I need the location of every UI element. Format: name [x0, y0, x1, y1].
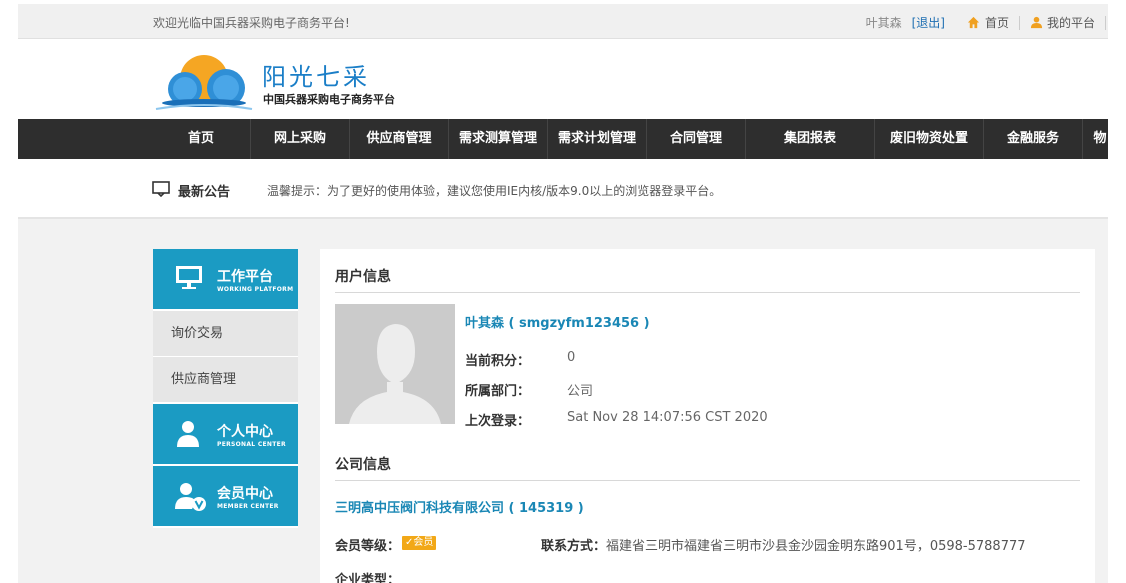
company-name-line: 三明高中压阀门科技有限公司 ( 145319 ) — [335, 501, 584, 516]
last-login-value: Sat Nov 28 14:07:56 CST 2020 — [567, 410, 768, 425]
home-icon — [967, 16, 980, 29]
notice-title: 最新公告 — [178, 185, 231, 200]
last-login-label: 上次登录： — [465, 414, 531, 429]
sidebar-personal-center-en: PERSONAL CENTER — [217, 441, 286, 448]
sidebar-item-supplier-management[interactable]: 供应商管理 — [153, 357, 298, 404]
avatar — [335, 304, 455, 424]
monitor-icon — [176, 266, 202, 289]
nav-item-group-reports[interactable]: 集团报表 — [746, 119, 875, 159]
home-link-label: 首页 — [984, 16, 1009, 30]
company-info-title: 公司信息 — [335, 457, 391, 473]
divider — [335, 292, 1080, 293]
header: 阳光七采 中国兵器采购电子商务平台 — [18, 39, 1108, 119]
user-name-line: 叶其森 ( smgzyfm123456 ) — [465, 316, 650, 331]
top-bar: 欢迎光临中国兵器采购电子商务平台! 叶其森 [退出] 首页 我的平台 — [18, 4, 1108, 39]
page: 欢迎光临中国兵器采购电子商务平台! 叶其森 [退出] 首页 我的平台 阳光七采 … — [18, 4, 1108, 583]
logo-subtitle: 中国兵器采购电子商务平台 — [263, 93, 395, 106]
divider — [1105, 15, 1106, 30]
nav-item-demand-estimation[interactable]: 需求测算管理 — [449, 119, 548, 159]
sidebar-work-platform-en: WORKING PLATFORM — [217, 286, 294, 293]
nav-item-supplier-management[interactable]: 供应商管理 — [350, 119, 449, 159]
member-level-label: 会员等级： — [335, 539, 401, 554]
my-platform-label: 我的平台 — [1046, 16, 1095, 30]
divider — [1018, 15, 1020, 30]
sidebar: 工作平台 WORKING PLATFORM 询价交易 供应商管理 个人中心 PE… — [153, 249, 298, 528]
contact-row: 联系方式：福建省三明市福建省三明市沙县金沙园金明东路901号，0598-5788… — [541, 535, 1026, 554]
member-level-badge: ✓会员 — [402, 536, 437, 550]
welcome-text: 欢迎光临中国兵器采购电子商务平台! — [153, 16, 350, 30]
sidebar-member-center[interactable]: 会员中心 MEMBER CENTER — [153, 466, 298, 528]
sidebar-personal-center-label: 个人中心 — [217, 424, 273, 440]
sidebar-work-platform[interactable]: 工作平台 WORKING PLATFORM — [153, 249, 298, 311]
nav-item-waste-disposal[interactable]: 废旧物资处置 — [875, 119, 984, 159]
company-type-label: 企业类型： — [335, 573, 401, 583]
divider — [335, 480, 1080, 481]
nav-item-financial-services[interactable]: 金融服务 — [984, 119, 1083, 159]
avatar-placeholder-icon — [335, 304, 455, 424]
home-link[interactable]: 首页 — [967, 14, 1009, 31]
person-icon — [177, 421, 199, 447]
sidebar-member-center-label: 会员中心 — [217, 486, 273, 502]
main-content: 用户信息 叶其森 ( smgzyfm123456 ) 当前积分： 0 所属部门：… — [320, 249, 1095, 583]
logout-link[interactable]: [退出] — [912, 14, 945, 31]
nav-item-online-purchase[interactable]: 网上采购 — [251, 119, 350, 159]
nav-item-more[interactable]: 物 — [1083, 119, 1108, 159]
announcement-icon — [152, 181, 170, 197]
notice-text[interactable]: 温馨提示：为了更好的使用体验，建议您使用IE内核/版本9.0以上的浏览器登录平台… — [267, 182, 721, 199]
nav-item-contract-management[interactable]: 合同管理 — [647, 119, 746, 159]
logo[interactable]: 阳光七采 中国兵器采购电子商务平台 — [152, 47, 412, 113]
sidebar-work-platform-label: 工作平台 — [217, 269, 273, 285]
username: 叶其森 — [865, 16, 902, 30]
points-label: 当前积分： — [465, 354, 531, 369]
top-bar-links: 叶其森 [退出] 首页 我的平台 — [866, 14, 1108, 31]
logo-brand: 阳光七采 — [262, 63, 370, 91]
nav-item-demand-plan[interactable]: 需求计划管理 — [548, 119, 647, 159]
user-icon — [1030, 16, 1043, 29]
sidebar-personal-center[interactable]: 个人中心 PERSONAL CENTER — [153, 404, 298, 466]
sidebar-member-center-en: MEMBER CENTER — [217, 503, 279, 510]
points-value: 0 — [567, 350, 576, 365]
member-icon — [175, 483, 206, 511]
notice-bar: 最新公告 温馨提示：为了更好的使用体验，建议您使用IE内核/版本9.0以上的浏览… — [18, 159, 1108, 219]
dept-value: 公司 — [567, 384, 594, 399]
user-info-title: 用户信息 — [335, 269, 391, 285]
sidebar-item-inquiry[interactable]: 询价交易 — [153, 311, 298, 357]
contact-label: 联系方式： — [541, 539, 607, 554]
main-nav: 首页 网上采购 供应商管理 需求测算管理 需求计划管理 合同管理 集团报表 废旧… — [18, 119, 1108, 159]
nav-item-home[interactable]: 首页 — [152, 119, 251, 159]
my-platform-link[interactable]: 我的平台 — [1030, 14, 1095, 31]
contact-value: 福建省三明市福建省三明市沙县金沙园金明东路901号，0598-5788777 — [606, 539, 1026, 554]
logo-sun-icon — [155, 55, 253, 110]
member-level-badge-text: 会员 — [413, 537, 434, 548]
dept-label: 所属部门： — [465, 384, 531, 399]
